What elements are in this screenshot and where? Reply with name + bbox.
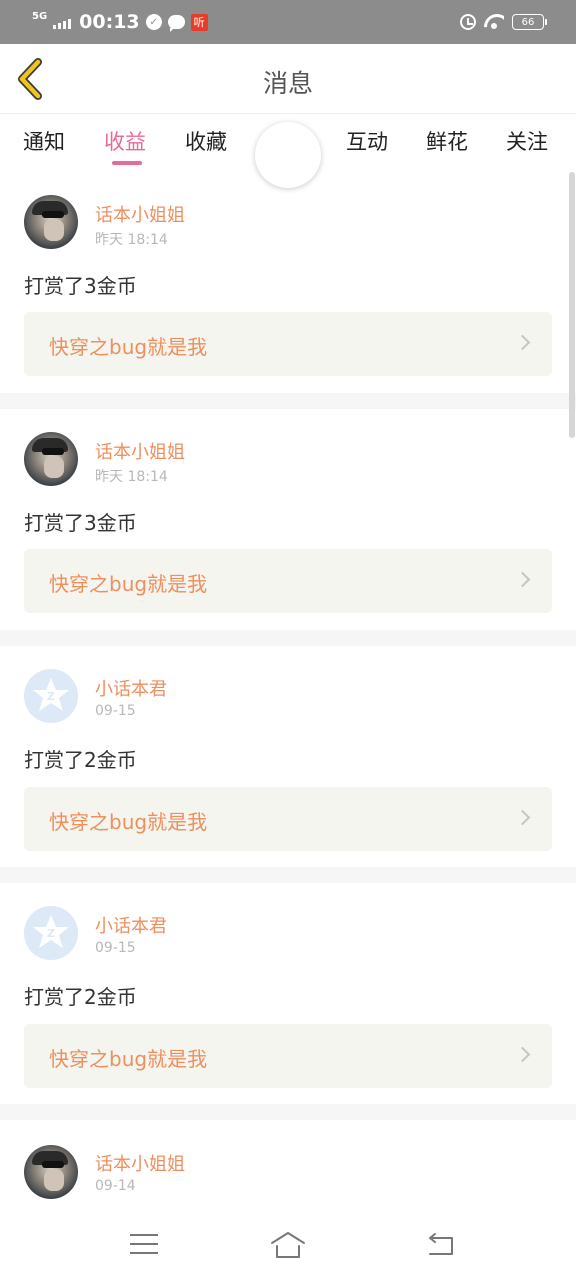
home-icon[interactable] [269,1230,307,1260]
tab-interaction[interactable]: 互动 [346,126,388,156]
page-title: 消息 [262,69,313,98]
chevron-right-icon [514,809,531,826]
compass-icon: ✓ [145,14,162,30]
avatar[interactable] [24,195,78,249]
book-link[interactable]: 快穿之bug就是我 [24,549,552,613]
header: 消息 [0,44,576,114]
tab-notifications[interactable]: 通知 [23,126,65,156]
battery-icon: 66 [512,14,547,30]
status-bar: 5G 00:13 ✓ 听 66 [0,0,576,44]
book-link[interactable]: 快穿之bug就是我 [24,312,552,376]
avatar[interactable]: Z [24,906,78,960]
divider [0,393,576,409]
message-text: 打赏了3金币 [24,511,137,535]
tab-following[interactable]: 关注 [506,126,548,156]
alarm-icon [460,14,476,30]
back-icon[interactable] [424,1232,456,1258]
default-avatar-icon: Z [33,678,69,711]
chevron-right-icon [514,1046,531,1063]
divider [0,867,576,883]
default-avatar-icon: Z [33,915,69,948]
tab-favorites[interactable]: 收藏 [185,126,227,156]
network-type: 5G [32,11,48,22]
book-title: 快穿之bug就是我 [49,810,208,834]
username[interactable]: 小话本君 [95,912,167,938]
username[interactable]: 话本小姐姐 [95,201,185,227]
app-badge-icon: 听 [190,13,208,31]
svg-text:Z: Z [47,927,55,940]
message-text: 打赏了2金币 [24,985,137,1009]
chevron-right-icon [514,334,531,351]
book-title: 快穿之bug就是我 [49,335,208,359]
timestamp: 09-14 [95,1178,136,1194]
divider [0,630,576,646]
timestamp: 09-15 [95,940,136,956]
message-text: 打赏了2金币 [24,748,137,772]
book-title: 快穿之bug就是我 [49,1047,208,1071]
svg-text:Z: Z [47,690,55,703]
avatar[interactable] [24,432,78,486]
wifi-icon [484,14,504,30]
scrollbar[interactable] [569,172,575,438]
avatar[interactable]: Z [24,669,78,723]
avatar[interactable] [24,1145,78,1199]
divider [0,1104,576,1120]
timestamp: 昨天 18:14 [95,232,168,248]
username[interactable]: 话本小姐姐 [95,438,185,464]
timestamp: 09-15 [95,703,136,719]
tab-earnings[interactable]: 收益 [104,126,146,156]
username[interactable]: 话本小姐姐 [95,1150,185,1176]
signal-icon [53,15,72,29]
list-item: 话本小姐姐 昨天 18:14 打赏了3金币 快穿之bug就是我 [0,409,576,630]
timestamp: 昨天 18:14 [95,469,168,485]
floating-action-button[interactable] [255,122,321,188]
list-item: Z 小话本君 09-15 打赏了2金币 快穿之bug就是我 [0,883,576,1104]
list-item: 话本小姐姐 09-14 [0,1120,576,1208]
menu-icon[interactable] [130,1234,158,1256]
chevron-right-icon [514,571,531,588]
book-title: 快穿之bug就是我 [49,572,208,596]
system-nav-bar [0,1208,576,1280]
clock: 00:13 [79,11,140,33]
username[interactable]: 小话本君 [95,675,167,701]
message-text: 打赏了3金币 [24,274,137,298]
book-link[interactable]: 快穿之bug就是我 [24,787,552,851]
book-link[interactable]: 快穿之bug就是我 [24,1024,552,1088]
tab-flowers[interactable]: 鲜花 [426,126,468,156]
list-item: Z 小话本君 09-15 打赏了2金币 快穿之bug就是我 [0,646,576,867]
tab-active-indicator [112,161,142,165]
list-item: 话本小姐姐 昨天 18:14 打赏了3金币 快穿之bug就是我 [0,170,576,393]
chat-icon [167,15,185,32]
